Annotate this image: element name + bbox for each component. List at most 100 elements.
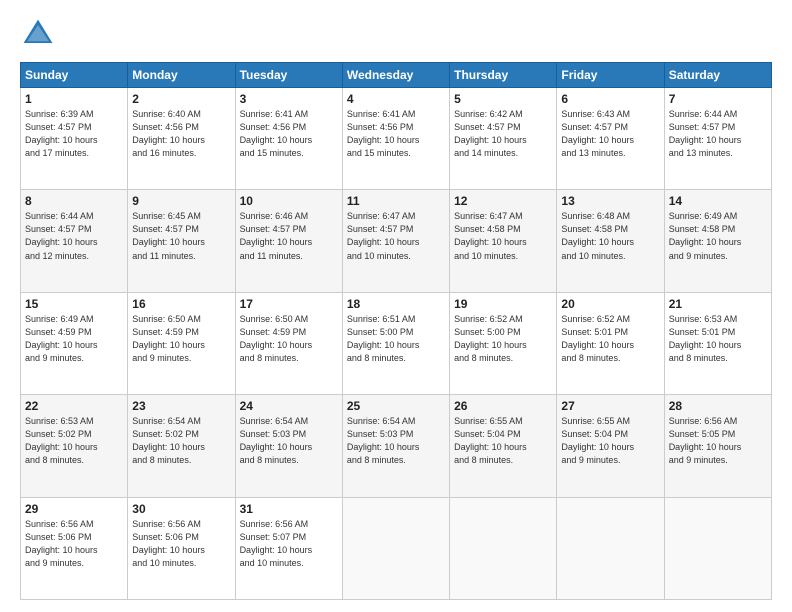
day-number: 11	[347, 194, 445, 208]
day-number: 29	[25, 502, 123, 516]
day-number: 30	[132, 502, 230, 516]
day-info: Sunrise: 6:49 AM Sunset: 4:59 PM Dayligh…	[25, 313, 123, 365]
weekday-header: Saturday	[664, 63, 771, 88]
day-number: 9	[132, 194, 230, 208]
calendar-cell: 24 Sunrise: 6:54 AM Sunset: 5:03 PM Dayli…	[235, 395, 342, 497]
day-number: 6	[561, 92, 659, 106]
calendar-cell	[342, 497, 449, 599]
day-info: Sunrise: 6:56 AM Sunset: 5:05 PM Dayligh…	[669, 415, 767, 467]
day-info: Sunrise: 6:48 AM Sunset: 4:58 PM Dayligh…	[561, 210, 659, 262]
day-number: 8	[25, 194, 123, 208]
weekday-header-row: SundayMondayTuesdayWednesdayThursdayFrid…	[21, 63, 772, 88]
calendar-week-row: 22 Sunrise: 6:53 AM Sunset: 5:02 PM Dayli…	[21, 395, 772, 497]
day-number: 27	[561, 399, 659, 413]
calendar-cell: 5Sunrise: 6:42 AM Sunset: 4:57 PM Daylig…	[450, 88, 557, 190]
day-info: Sunrise: 6:43 AM Sunset: 4:57 PM Dayligh…	[561, 108, 659, 160]
day-info: Sunrise: 6:54 AM Sunset: 5:03 PM Dayligh…	[347, 415, 445, 467]
calendar-cell: 28 Sunrise: 6:56 AM Sunset: 5:05 PM Dayli…	[664, 395, 771, 497]
calendar-cell: 6 Sunrise: 6:43 AM Sunset: 4:57 PM Daylig…	[557, 88, 664, 190]
calendar-cell: 31 Sunrise: 6:56 AM Sunset: 5:07 PM Dayli…	[235, 497, 342, 599]
day-number: 26	[454, 399, 552, 413]
day-info: Sunrise: 6:56 AM Sunset: 5:06 PM Dayligh…	[25, 518, 123, 570]
day-info: Sunrise: 6:54 AM Sunset: 5:03 PM Dayligh…	[240, 415, 338, 467]
calendar-cell: 20 Sunrise: 6:52 AM Sunset: 5:01 PM Dayli…	[557, 292, 664, 394]
calendar-week-row: 29 Sunrise: 6:56 AM Sunset: 5:06 PM Dayli…	[21, 497, 772, 599]
day-info: Sunrise: 6:40 AM Sunset: 4:56 PM Dayligh…	[132, 108, 230, 160]
day-number: 28	[669, 399, 767, 413]
day-number: 17	[240, 297, 338, 311]
day-number: 1	[25, 92, 123, 106]
day-info: Sunrise: 6:52 AM Sunset: 5:01 PM Dayligh…	[561, 313, 659, 365]
weekday-header: Wednesday	[342, 63, 449, 88]
day-number: 19	[454, 297, 552, 311]
day-info: Sunrise: 6:44 AM Sunset: 4:57 PM Dayligh…	[25, 210, 123, 262]
calendar-cell: 15 Sunrise: 6:49 AM Sunset: 4:59 PM Dayli…	[21, 292, 128, 394]
calendar-week-row: 1 Sunrise: 6:39 AM Sunset: 4:57 PM Daylig…	[21, 88, 772, 190]
calendar-cell: 29 Sunrise: 6:56 AM Sunset: 5:06 PM Dayli…	[21, 497, 128, 599]
day-number: 31	[240, 502, 338, 516]
calendar-cell: 10Sunrise: 6:46 AM Sunset: 4:57 PM Dayli…	[235, 190, 342, 292]
weekday-header: Friday	[557, 63, 664, 88]
calendar-cell: 26Sunrise: 6:55 AM Sunset: 5:04 PM Dayli…	[450, 395, 557, 497]
calendar-cell: 1 Sunrise: 6:39 AM Sunset: 4:57 PM Daylig…	[21, 88, 128, 190]
day-number: 25	[347, 399, 445, 413]
calendar-cell: 2 Sunrise: 6:40 AM Sunset: 4:56 PM Daylig…	[128, 88, 235, 190]
day-info: Sunrise: 6:51 AM Sunset: 5:00 PM Dayligh…	[347, 313, 445, 365]
day-info: Sunrise: 6:56 AM Sunset: 5:07 PM Dayligh…	[240, 518, 338, 570]
day-info: Sunrise: 6:44 AM Sunset: 4:57 PM Dayligh…	[669, 108, 767, 160]
day-number: 4	[347, 92, 445, 106]
day-info: Sunrise: 6:53 AM Sunset: 5:01 PM Dayligh…	[669, 313, 767, 365]
calendar-cell	[664, 497, 771, 599]
day-info: Sunrise: 6:56 AM Sunset: 5:06 PM Dayligh…	[132, 518, 230, 570]
day-number: 15	[25, 297, 123, 311]
calendar-cell: 16 Sunrise: 6:50 AM Sunset: 4:59 PM Dayli…	[128, 292, 235, 394]
calendar-cell: 7Sunrise: 6:44 AM Sunset: 4:57 PM Daylig…	[664, 88, 771, 190]
day-info: Sunrise: 6:50 AM Sunset: 4:59 PM Dayligh…	[132, 313, 230, 365]
calendar-cell: 18Sunrise: 6:51 AM Sunset: 5:00 PM Dayli…	[342, 292, 449, 394]
calendar-cell	[557, 497, 664, 599]
day-info: Sunrise: 6:39 AM Sunset: 4:57 PM Dayligh…	[25, 108, 123, 160]
calendar-cell: 19Sunrise: 6:52 AM Sunset: 5:00 PM Dayli…	[450, 292, 557, 394]
calendar-table: SundayMondayTuesdayWednesdayThursdayFrid…	[20, 62, 772, 600]
calendar-cell: 25 Sunrise: 6:54 AM Sunset: 5:03 PM Dayli…	[342, 395, 449, 497]
calendar-cell: 8 Sunrise: 6:44 AM Sunset: 4:57 PM Daylig…	[21, 190, 128, 292]
day-number: 13	[561, 194, 659, 208]
day-number: 23	[132, 399, 230, 413]
calendar-cell	[450, 497, 557, 599]
day-info: Sunrise: 6:49 AM Sunset: 4:58 PM Dayligh…	[669, 210, 767, 262]
weekday-header: Monday	[128, 63, 235, 88]
logo	[20, 16, 60, 52]
day-info: Sunrise: 6:47 AM Sunset: 4:58 PM Dayligh…	[454, 210, 552, 262]
day-number: 21	[669, 297, 767, 311]
day-info: Sunrise: 6:55 AM Sunset: 5:04 PM Dayligh…	[561, 415, 659, 467]
calendar-week-row: 8 Sunrise: 6:44 AM Sunset: 4:57 PM Daylig…	[21, 190, 772, 292]
day-number: 20	[561, 297, 659, 311]
day-number: 5	[454, 92, 552, 106]
calendar-cell: 22 Sunrise: 6:53 AM Sunset: 5:02 PM Dayli…	[21, 395, 128, 497]
day-info: Sunrise: 6:41 AM Sunset: 4:56 PM Dayligh…	[240, 108, 338, 160]
day-number: 3	[240, 92, 338, 106]
calendar-cell: 14Sunrise: 6:49 AM Sunset: 4:58 PM Dayli…	[664, 190, 771, 292]
calendar-cell: 21 Sunrise: 6:53 AM Sunset: 5:01 PM Dayli…	[664, 292, 771, 394]
calendar-cell: 12 Sunrise: 6:47 AM Sunset: 4:58 PM Dayli…	[450, 190, 557, 292]
calendar-week-row: 15 Sunrise: 6:49 AM Sunset: 4:59 PM Dayli…	[21, 292, 772, 394]
day-info: Sunrise: 6:45 AM Sunset: 4:57 PM Dayligh…	[132, 210, 230, 262]
calendar-cell: 3 Sunrise: 6:41 AM Sunset: 4:56 PM Daylig…	[235, 88, 342, 190]
day-info: Sunrise: 6:53 AM Sunset: 5:02 PM Dayligh…	[25, 415, 123, 467]
header	[20, 16, 772, 52]
day-info: Sunrise: 6:47 AM Sunset: 4:57 PM Dayligh…	[347, 210, 445, 262]
day-number: 22	[25, 399, 123, 413]
calendar-cell: 27 Sunrise: 6:55 AM Sunset: 5:04 PM Dayli…	[557, 395, 664, 497]
day-number: 16	[132, 297, 230, 311]
day-info: Sunrise: 6:46 AM Sunset: 4:57 PM Dayligh…	[240, 210, 338, 262]
calendar-cell: 23Sunrise: 6:54 AM Sunset: 5:02 PM Dayli…	[128, 395, 235, 497]
calendar-cell: 30 Sunrise: 6:56 AM Sunset: 5:06 PM Dayli…	[128, 497, 235, 599]
calendar-cell: 9 Sunrise: 6:45 AM Sunset: 4:57 PM Daylig…	[128, 190, 235, 292]
calendar-cell: 11 Sunrise: 6:47 AM Sunset: 4:57 PM Dayli…	[342, 190, 449, 292]
day-number: 12	[454, 194, 552, 208]
day-number: 2	[132, 92, 230, 106]
day-number: 24	[240, 399, 338, 413]
day-info: Sunrise: 6:41 AM Sunset: 4:56 PM Dayligh…	[347, 108, 445, 160]
calendar-cell: 13 Sunrise: 6:48 AM Sunset: 4:58 PM Dayli…	[557, 190, 664, 292]
day-info: Sunrise: 6:50 AM Sunset: 4:59 PM Dayligh…	[240, 313, 338, 365]
